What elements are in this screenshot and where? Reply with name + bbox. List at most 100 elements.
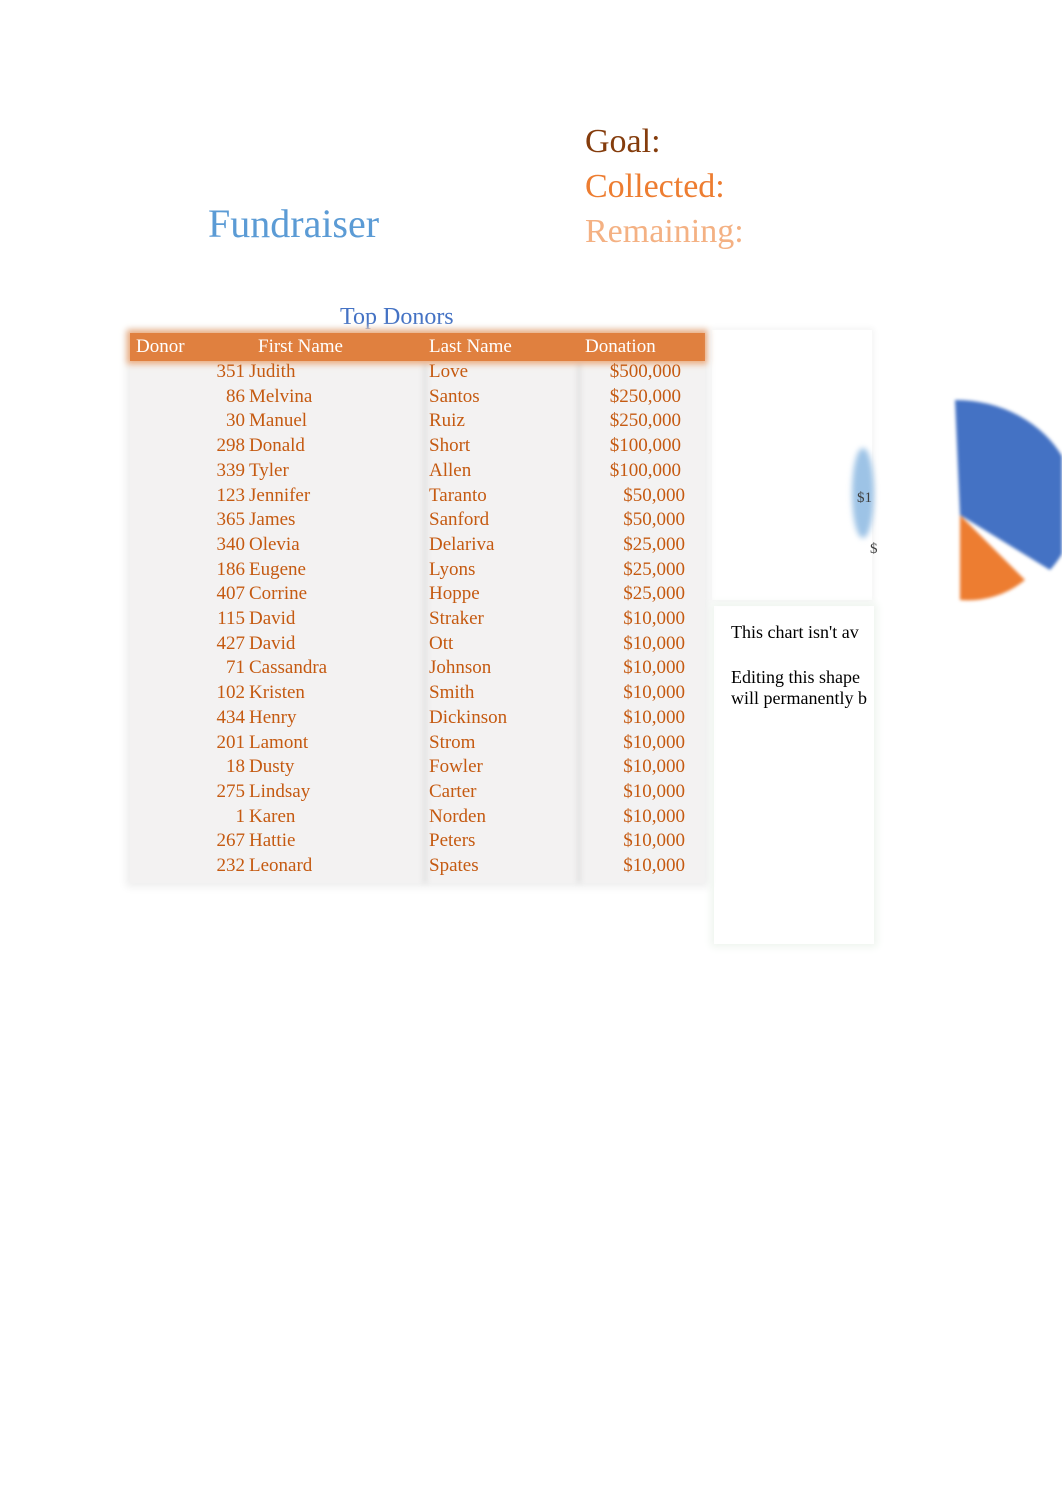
table-title: Top Donors [340, 304, 454, 330]
table-row: 232 Leonard Spates $10,000 [130, 855, 705, 879]
table-row: 115 David Straker $10,000 [130, 608, 705, 632]
first-name: James [249, 509, 296, 531]
donation: $100,000 [609, 435, 681, 457]
first-name: Cassandra [249, 657, 328, 679]
donation: $10,000 [623, 632, 685, 654]
last-name: Short [429, 435, 471, 457]
last-name: Ott [429, 632, 454, 654]
table-row: 201 Lamont Strom $10,000 [130, 732, 705, 756]
donor-id: 18 [226, 756, 245, 778]
table-row: 275 Lindsay Carter $10,000 [130, 781, 705, 805]
last-name: Delariva [429, 533, 495, 555]
table-row: 339 Tyler Allen $100,000 [130, 460, 705, 484]
table-row: 434 Henry Dickinson $10,000 [130, 707, 705, 731]
table-row: 71 Cassandra Johnson $10,000 [130, 657, 705, 681]
donor-id: 427 [216, 632, 246, 654]
donor-id: 115 [217, 608, 245, 629]
donor-id: 71 [226, 657, 245, 679]
donor-id: 123 [216, 484, 246, 506]
first-name: Leonard [249, 855, 313, 876]
donor-id: 186 [216, 558, 246, 580]
first-name: Corrine [249, 583, 308, 605]
last-name: Smith [429, 682, 475, 704]
first-name: Judith [249, 361, 296, 382]
first-name: Manuel [249, 410, 308, 432]
donor-id: 232 [216, 855, 246, 876]
first-name: David [249, 632, 296, 654]
last-name: Love [429, 361, 469, 382]
donor-id: 434 [216, 706, 246, 728]
donation: $10,000 [623, 731, 685, 753]
donor-id: 1 [235, 805, 246, 827]
table-row: 351 Judith Love $500,000 [130, 361, 705, 385]
donation: $25,000 [623, 558, 685, 580]
donor-id: 86 [226, 385, 245, 407]
last-name: Spates [429, 855, 479, 876]
donor-id: 340 [216, 533, 246, 555]
first-name: Henry [249, 706, 297, 728]
table-row: 365 James Sanford $50,000 [130, 509, 705, 533]
donation: $25,000 [623, 583, 685, 605]
donors-table: Donor First Name Last Name Donation 351 J… [130, 333, 705, 883]
first-name: Tyler [249, 459, 289, 481]
last-name: Straker [429, 608, 484, 629]
table-header: Donor First Name Last Name Donation [130, 333, 705, 361]
goal-label: Goal: [585, 123, 661, 160]
last-name: Hoppe [429, 583, 480, 605]
donation: $250,000 [609, 385, 681, 407]
first-name: Hattie [249, 830, 296, 852]
header-donation: Donation [585, 336, 656, 357]
last-name: Santos [429, 385, 480, 407]
donation: $10,000 [623, 682, 685, 704]
donor-id: 339 [216, 459, 246, 481]
donor-id: 365 [216, 509, 246, 531]
first-name: David [249, 608, 296, 629]
donation: $10,000 [623, 706, 685, 728]
last-name: Ruiz [429, 410, 465, 432]
header-donor: Donor [136, 336, 185, 357]
table-row: 86 Melvina Santos $250,000 [130, 386, 705, 410]
donation: $10,000 [623, 855, 685, 876]
last-name: Carter [429, 780, 477, 802]
table-row: 267 Hattie Peters $10,000 [130, 830, 705, 854]
chart-placeholder [712, 330, 872, 600]
table-row: 30 Manuel Ruiz $250,000 [130, 410, 705, 434]
first-name: Karen [249, 805, 296, 827]
last-name: Fowler [429, 756, 483, 778]
last-name: Peters [429, 830, 476, 852]
collected-label: Collected: [585, 168, 725, 205]
donation: $10,000 [623, 756, 685, 778]
donation: $10,000 [623, 608, 685, 629]
pie-chart [955, 399, 1062, 601]
table-row: 427 David Ott $10,000 [130, 633, 705, 657]
header-first-name: First Name [258, 336, 343, 357]
header-last-name: Last Name [429, 336, 512, 357]
first-name: Lamont [249, 731, 309, 753]
remaining-label: Remaining: [585, 213, 744, 250]
notice-line: This chart isn't av [731, 622, 859, 642]
first-name: Kristen [249, 682, 305, 704]
table-row: 1 Karen Norden $10,000 [130, 806, 705, 830]
last-name: Taranto [429, 484, 487, 506]
donation: $250,000 [609, 410, 681, 432]
donation: $50,000 [623, 484, 685, 506]
first-name: Jennifer [249, 484, 311, 506]
last-name: Strom [429, 731, 476, 753]
table-row: 407 Corrine Hoppe $25,000 [130, 583, 705, 607]
last-name: Dickinson [429, 706, 508, 728]
donation: $10,000 [623, 657, 685, 679]
table-row: 340 Olevia Delariva $25,000 [130, 534, 705, 558]
donor-id: 407 [216, 583, 246, 605]
donation: $10,000 [623, 830, 685, 852]
donor-id: 298 [216, 435, 246, 457]
first-name: Lindsay [249, 780, 311, 802]
unsupported-chart-notice [714, 606, 874, 944]
last-name: Johnson [429, 657, 492, 679]
last-name: Sanford [429, 509, 490, 531]
last-name: Lyons [429, 558, 476, 580]
donor-id: 351 [216, 361, 246, 382]
first-name: Eugene [249, 558, 306, 580]
page-title: Fundraiser [208, 201, 380, 246]
donor-id: 267 [216, 830, 246, 852]
first-name: Donald [249, 435, 305, 457]
